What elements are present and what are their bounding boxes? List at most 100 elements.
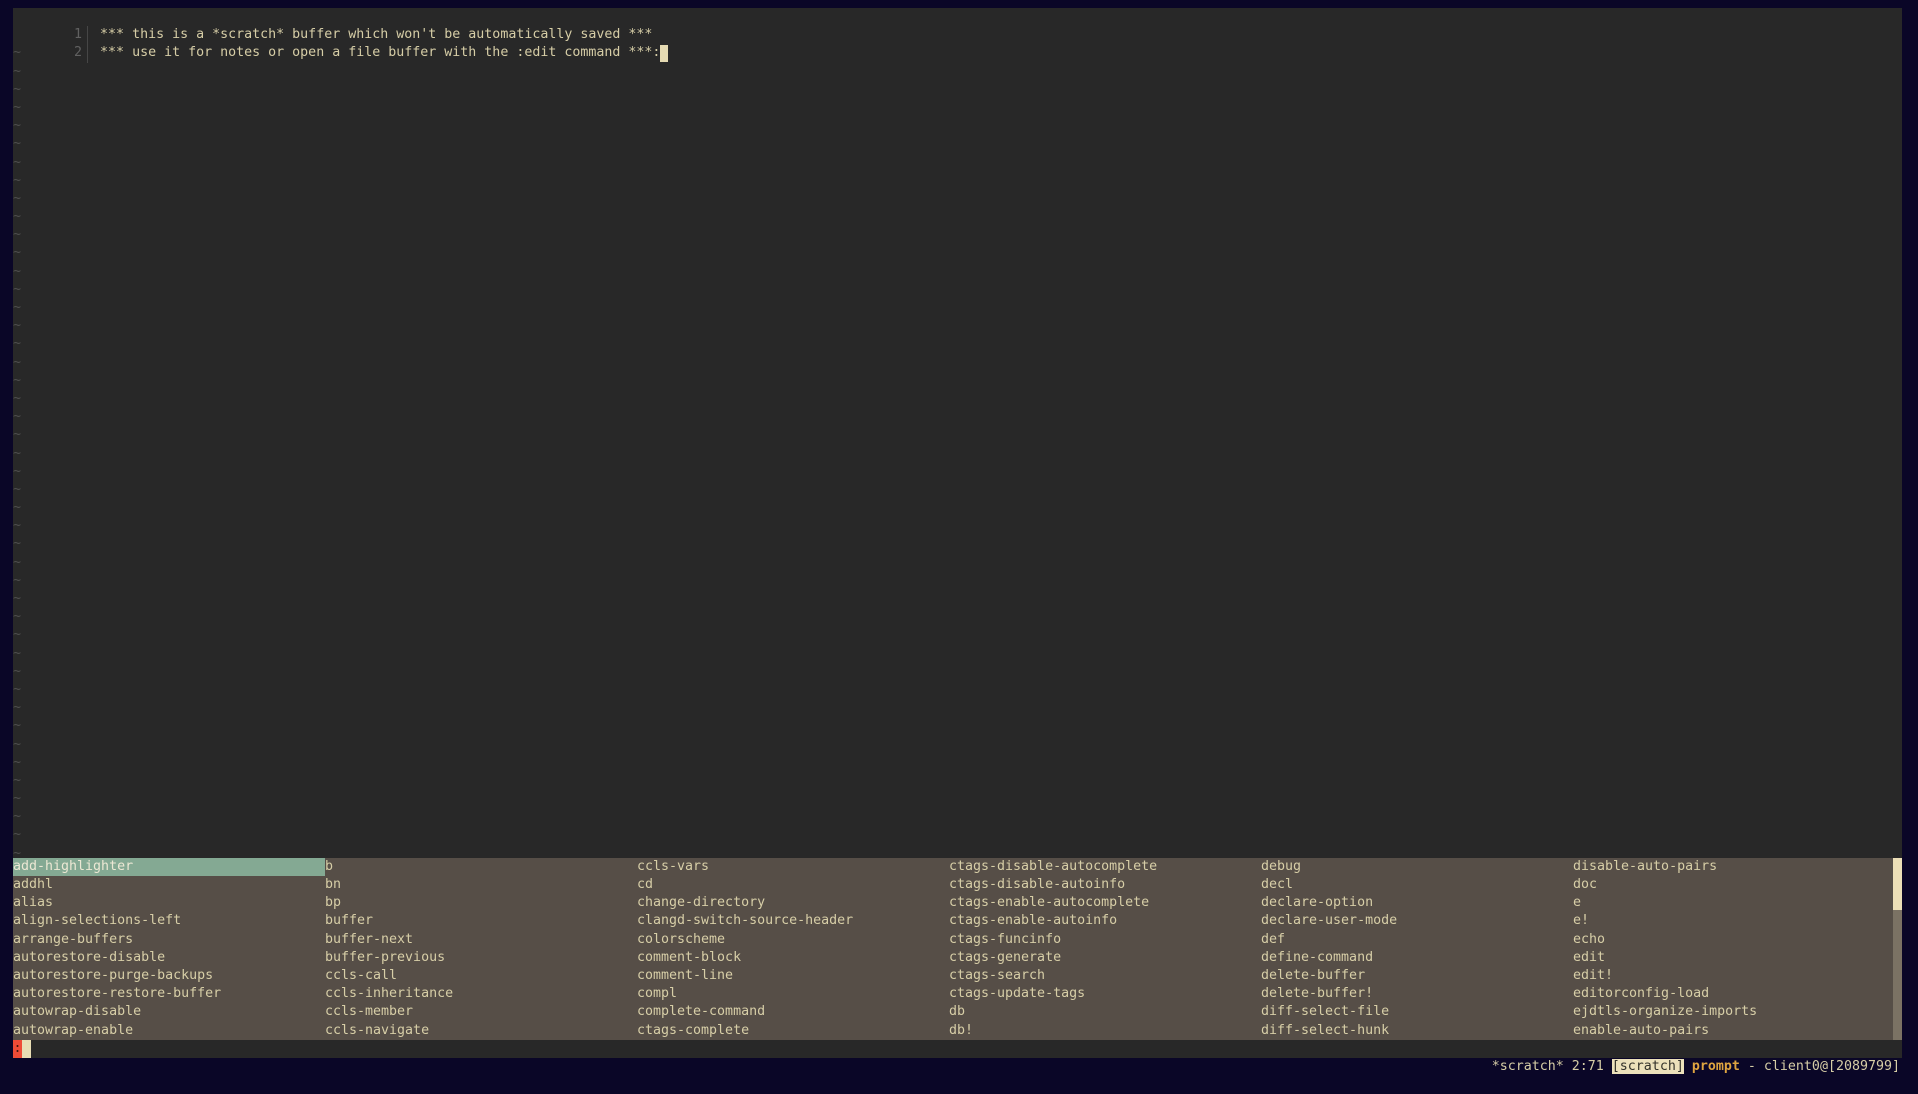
empty-line-tilde: ~ <box>13 517 1902 535</box>
empty-line-tilde: ~ <box>13 117 1902 135</box>
menu-item[interactable]: complete-command <box>637 1003 949 1021</box>
menu-item[interactable]: ccls-vars <box>637 858 949 876</box>
empty-line-tilde: ~ <box>13 754 1902 772</box>
empty-line-tilde: ~ <box>13 154 1902 172</box>
empty-line-tilde: ~ <box>13 63 1902 81</box>
menu-item[interactable]: ejdtls-organize-imports <box>1573 1003 1885 1021</box>
menu-item[interactable]: ctags-generate <box>949 949 1261 967</box>
menu-item[interactable]: align-selections-left <box>13 912 325 930</box>
menu-item[interactable]: autorestore-disable <box>13 949 325 967</box>
menu-item[interactable]: bn <box>325 876 637 894</box>
empty-line-tilde: ~ <box>13 681 1902 699</box>
menu-item[interactable]: ccls-navigate <box>325 1022 637 1040</box>
buffer-name-badge: [scratch] <box>1612 1059 1684 1074</box>
menu-item[interactable]: arrange-buffers <box>13 931 325 949</box>
empty-line-tilde: ~ <box>13 717 1902 735</box>
menu-item[interactable]: alias <box>13 894 325 912</box>
menu-column: bbnbpbufferbuffer-nextbuffer-previousccl… <box>325 858 637 1040</box>
empty-line-tilde: ~ <box>13 354 1902 372</box>
menu-item[interactable]: decl <box>1261 876 1573 894</box>
menu-item[interactable]: db <box>949 1003 1261 1021</box>
empty-line-tilde: ~ <box>13 190 1902 208</box>
menu-item[interactable]: buffer-next <box>325 931 637 949</box>
menu-item[interactable]: addhl <box>13 876 325 894</box>
menu-scrollbar-thumb[interactable] <box>1893 858 1902 910</box>
menu-item[interactable]: buffer <box>325 912 637 930</box>
empty-line-tilde: ~ <box>13 390 1902 408</box>
menu-item[interactable]: declare-user-mode <box>1261 912 1573 930</box>
empty-line-tilde: ~ <box>13 281 1902 299</box>
menu-item[interactable]: change-directory <box>637 894 949 912</box>
menu-item[interactable]: delete-buffer <box>1261 967 1573 985</box>
menu-item[interactable]: ccls-member <box>325 1003 637 1021</box>
client-info: - client0@[2089799] <box>1748 1059 1900 1074</box>
buffer-line-1: 1*** this is a *scratch* buffer which wo… <box>13 8 1902 26</box>
menu-item[interactable]: ctags-enable-autocomplete <box>949 894 1261 912</box>
menu-column: ccls-varscdchange-directoryclangd-switch… <box>637 858 949 1040</box>
menu-item[interactable]: e! <box>1573 912 1885 930</box>
empty-line-tilde: ~ <box>13 335 1902 353</box>
menu-item[interactable]: ctags-funcinfo <box>949 931 1261 949</box>
command-prompt[interactable]: : <box>13 1040 31 1058</box>
empty-line-tilde: ~ <box>13 263 1902 281</box>
menu-item[interactable]: autowrap-disable <box>13 1003 325 1021</box>
empty-line-tilde: ~ <box>13 808 1902 826</box>
empty-line-tilde: ~ <box>13 317 1902 335</box>
menu-item[interactable]: debug <box>1261 858 1573 876</box>
menu-item[interactable]: ctags-update-tags <box>949 985 1261 1003</box>
empty-line-tilde: ~ <box>13 499 1902 517</box>
menu-item[interactable]: autorestore-purge-backups <box>13 967 325 985</box>
menu-item[interactable]: diff-select-file <box>1261 1003 1573 1021</box>
empty-line-tilde: ~ <box>13 299 1902 317</box>
empty-line-tilde: ~ <box>13 790 1902 808</box>
menu-item[interactable]: echo <box>1573 931 1885 949</box>
buffer-position: *scratch* 2:71 <box>1492 1059 1604 1074</box>
menu-item[interactable]: ctags-complete <box>637 1022 949 1040</box>
menu-item[interactable]: cd <box>637 876 949 894</box>
menu-item[interactable]: autorestore-restore-buffer <box>13 985 325 1003</box>
empty-line-tilde: ~ <box>13 244 1902 262</box>
empty-line-tilde: ~ <box>13 445 1902 463</box>
menu-item[interactable]: b <box>325 858 637 876</box>
menu-item[interactable]: buffer-previous <box>325 949 637 967</box>
menu-item[interactable]: enable-auto-pairs <box>1573 1022 1885 1040</box>
menu-item[interactable]: db! <box>949 1022 1261 1040</box>
empty-line-tilde: ~ <box>13 608 1902 626</box>
menu-item[interactable]: ctags-enable-autoinfo <box>949 912 1261 930</box>
menu-item[interactable]: editorconfig-load <box>1573 985 1885 1003</box>
menu-item[interactable]: def <box>1261 931 1573 949</box>
empty-line-tilde: ~ <box>13 426 1902 444</box>
menu-item[interactable]: ctags-disable-autoinfo <box>949 876 1261 894</box>
menu-item[interactable]: colorscheme <box>637 931 949 949</box>
menu-item[interactable]: edit! <box>1573 967 1885 985</box>
empty-line-tilde: ~ <box>13 772 1902 790</box>
menu-item[interactable]: define-command <box>1261 949 1573 967</box>
empty-line-tilde: ~ <box>13 572 1902 590</box>
menu-item[interactable]: clangd-switch-source-header <box>637 912 949 930</box>
menu-item[interactable]: declare-option <box>1261 894 1573 912</box>
menu-item[interactable]: bp <box>325 894 637 912</box>
menu-item[interactable]: ctags-disable-autocomplete <box>949 858 1261 876</box>
empty-line-tilde: ~ <box>13 645 1902 663</box>
menu-item[interactable]: comment-block <box>637 949 949 967</box>
line-number: 1 <box>61 26 82 44</box>
menu-item[interactable]: disable-auto-pairs <box>1573 858 1885 876</box>
menu-item[interactable]: doc <box>1573 876 1885 894</box>
menu-item[interactable]: diff-select-hunk <box>1261 1022 1573 1040</box>
menu-item[interactable]: e <box>1573 894 1885 912</box>
kakoune-terminal: 1*** this is a *scratch* buffer which wo… <box>13 8 1902 1058</box>
menu-item[interactable]: comment-line <box>637 967 949 985</box>
empty-line-tilde: ~ <box>13 590 1902 608</box>
completion-menu-columns: add-highlighteraddhlaliasalign-selection… <box>13 858 1902 1040</box>
menu-item-selected[interactable]: add-highlighter <box>13 858 325 876</box>
menu-scrollbar[interactable] <box>1893 858 1902 1040</box>
menu-item[interactable]: compl <box>637 985 949 1003</box>
menu-item[interactable]: edit <box>1573 949 1885 967</box>
prompt-colon[interactable]: : <box>13 1040 22 1058</box>
menu-item[interactable]: delete-buffer! <box>1261 985 1573 1003</box>
menu-item[interactable]: autowrap-enable <box>13 1022 325 1040</box>
menu-item[interactable]: ccls-call <box>325 967 637 985</box>
menu-item[interactable]: ccls-inheritance <box>325 985 637 1003</box>
menu-item[interactable]: ctags-search <box>949 967 1261 985</box>
buffer-line-text: *** use it for notes or open a file buff… <box>100 45 660 60</box>
